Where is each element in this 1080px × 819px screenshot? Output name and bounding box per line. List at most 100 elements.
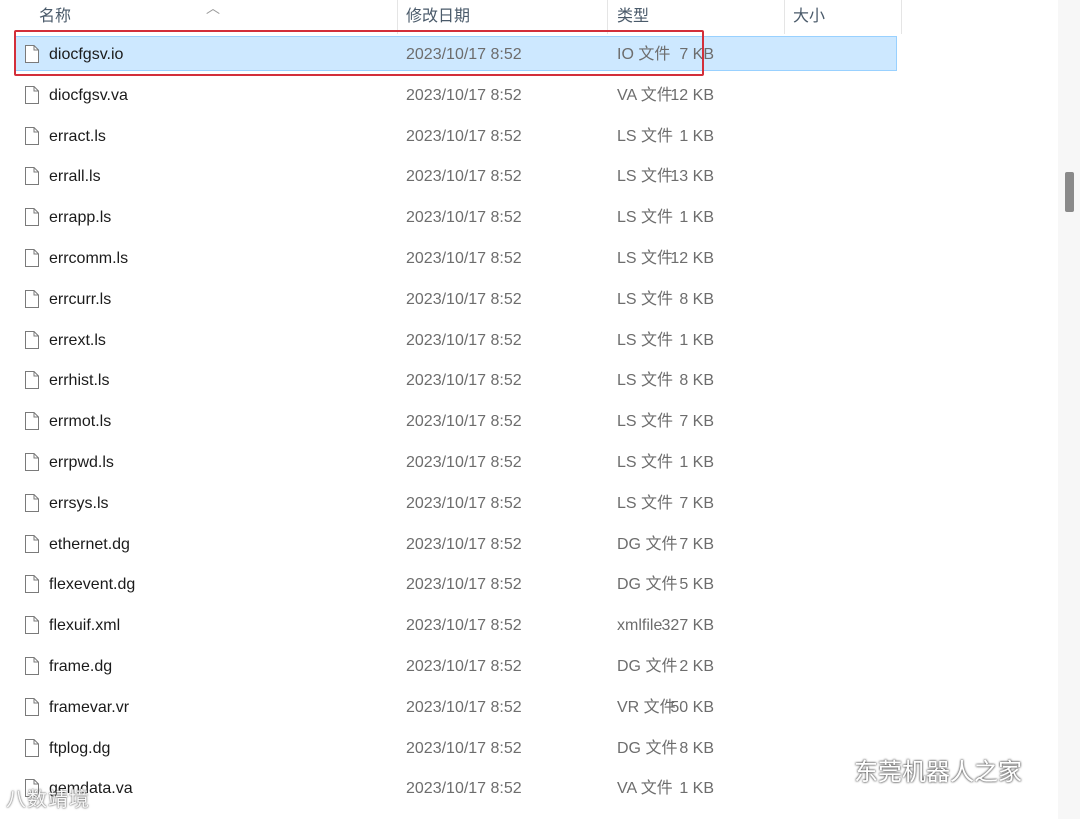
file-name: erract.ls [49,127,106,145]
file-date: 2023/10/17 8:52 [406,249,522,267]
file-row[interactable]: errcurr.ls 2023/10/17 8:52 LS 文件 8 KB [0,280,902,321]
file-date: 2023/10/17 8:52 [406,698,522,716]
file-name: errhist.ls [49,372,110,390]
file-type: VA 文件 [617,780,673,798]
file-size: 13 KB [670,168,714,186]
file-type: LS 文件 [617,209,674,227]
watermark-right-text: 东莞机器人之家 [854,759,1022,786]
file-size: 1 KB [679,209,714,227]
file-name: ftplog.dg [49,739,111,757]
file-size: 7 KB [679,535,714,553]
file-icon [25,167,39,186]
file-row[interactable]: framevar.vr 2023/10/17 8:52 VR 文件 50 KB [0,688,902,729]
file-name: framevar.vr [49,698,130,716]
file-date: 2023/10/17 8:52 [406,780,522,798]
file-icon [25,697,39,716]
file-type: LS 文件 [617,249,674,267]
file-icon [25,575,39,594]
file-name: errall.ls [49,168,101,186]
file-type: xmlfile [617,617,663,635]
file-date: 2023/10/17 8:52 [406,576,522,594]
file-date: 2023/10/17 8:52 [406,86,522,104]
sort-ascending-icon: ︿ [206,0,220,16]
file-size: 1 KB [679,331,714,349]
file-size: 1 KB [679,780,714,798]
file-name: ethernet.dg [49,535,130,553]
file-size: 1 KB [679,453,714,471]
file-size: 8 KB [679,372,714,390]
file-row[interactable]: errcomm.ls 2023/10/17 8:52 LS 文件 12 KB [0,239,902,280]
file-icon [25,248,39,267]
file-name: errpwd.ls [49,453,114,471]
file-row[interactable]: errmot.ls 2023/10/17 8:52 LS 文件 7 KB [0,402,902,443]
column-header-type[interactable]: 类型 [608,0,785,34]
file-size: 1 KB [679,127,714,145]
file-icon [25,493,39,512]
file-icon [25,656,39,675]
file-type: LS 文件 [617,453,674,471]
file-row[interactable]: erract.ls 2023/10/17 8:52 LS 文件 1 KB [0,117,902,158]
file-size: 7 KB [679,494,714,512]
file-type: VR 文件 [617,698,676,716]
scrollbar-thumb[interactable] [1065,172,1074,212]
column-header-size[interactable]: 大小 [785,0,902,34]
file-row[interactable]: flexevent.dg 2023/10/17 8:52 DG 文件 5 KB [0,565,902,606]
file-type: LS 文件 [617,331,674,349]
file-type: DG 文件 [617,739,678,757]
file-row[interactable]: errpwd.ls 2023/10/17 8:52 LS 文件 1 KB [0,443,902,484]
file-row[interactable]: gemdata.va 2023/10/17 8:52 VA 文件 1 KB [0,769,902,810]
file-type: LS 文件 [617,127,674,145]
file-icon [25,412,39,431]
file-type: DG 文件 [617,657,678,675]
file-name: errcurr.ls [49,290,112,308]
file-date: 2023/10/17 8:52 [406,127,522,145]
file-row[interactable]: flexuif.xml 2023/10/17 8:52 xmlfile 327 KB [0,606,902,647]
file-icon [25,371,39,390]
highlight-annotation-box [14,30,704,76]
file-type: LS 文件 [617,413,674,431]
column-header-size-label: 大小 [793,8,826,25]
column-header-date[interactable]: 修改日期 [398,0,608,34]
file-row[interactable]: errall.ls 2023/10/17 8:52 LS 文件 13 KB [0,157,902,198]
file-icon [25,534,39,553]
watermark-right: 东莞机器人之家 [808,752,1022,787]
file-size: 8 KB [679,739,714,757]
file-size: 2 KB [679,657,714,675]
file-type: LS 文件 [617,290,674,308]
file-row[interactable]: frame.dg 2023/10/17 8:52 DG 文件 2 KB [0,647,902,688]
file-name: errext.ls [49,331,106,349]
file-date: 2023/10/17 8:52 [406,372,522,390]
file-name: frame.dg [49,657,113,675]
file-icon [25,126,39,145]
file-row[interactable]: errext.ls 2023/10/17 8:52 LS 文件 1 KB [0,321,902,362]
file-row[interactable]: ftplog.dg 2023/10/17 8:52 DG 文件 8 KB [0,729,902,770]
file-row[interactable]: diocfgsv.va 2023/10/17 8:52 VA 文件 12 KB [0,76,902,117]
file-type: LS 文件 [617,494,674,512]
file-icon [25,208,39,227]
file-type: LS 文件 [617,372,674,390]
file-date: 2023/10/17 8:52 [406,331,522,349]
file-name: errapp.ls [49,209,112,227]
file-date: 2023/10/17 8:52 [406,290,522,308]
file-name: flexuif.xml [49,617,121,635]
file-size: 7 KB [679,413,714,431]
file-row[interactable]: errsys.ls 2023/10/17 8:52 LS 文件 7 KB [0,484,902,525]
file-type: LS 文件 [617,168,674,186]
file-size: 327 KB [661,617,714,635]
file-row[interactable]: errapp.ls 2023/10/17 8:52 LS 文件 1 KB [0,198,902,239]
file-row[interactable]: ethernet.dg 2023/10/17 8:52 DG 文件 7 KB [0,525,902,566]
file-icon [25,85,39,104]
file-icon [25,738,39,757]
file-date: 2023/10/17 8:52 [406,209,522,227]
column-header-type-label: 类型 [617,8,650,25]
column-header-name-label: 名称 [39,8,72,25]
file-name: errsys.ls [49,494,109,512]
file-icon [25,330,39,349]
watermark-left: 八数靖境 [6,789,90,811]
file-size: 8 KB [679,290,714,308]
column-header-name[interactable]: 名称 ︿ [0,0,398,34]
vertical-scrollbar[interactable] [1058,0,1080,819]
file-row[interactable]: errhist.ls 2023/10/17 8:52 LS 文件 8 KB [0,361,902,402]
file-name: errmot.ls [49,413,112,431]
file-date: 2023/10/17 8:52 [406,739,522,757]
